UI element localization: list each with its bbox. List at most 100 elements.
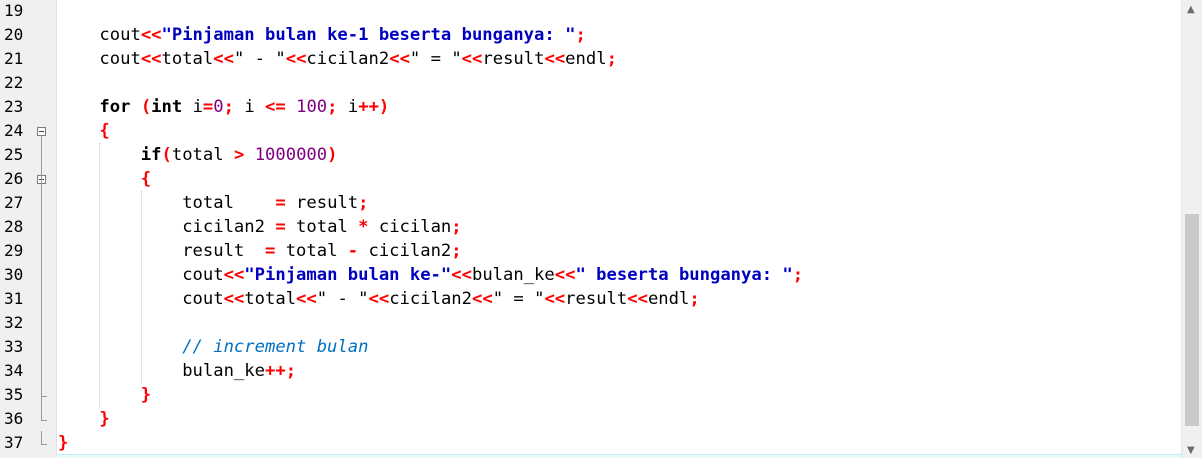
line-number: 36 xyxy=(4,409,24,428)
code-line[interactable]: { xyxy=(58,119,109,143)
line-number-gutter: 19 20 21 22 23 24 25 26 27 28 29 30 31 32 33 34 35 36 37 xyxy=(0,0,57,458)
token-text: " - " xyxy=(233,49,286,69)
code-line[interactable]: } xyxy=(58,431,68,455)
token-text: " - " xyxy=(316,289,369,309)
scroll-down-arrow-icon[interactable]: ▼ xyxy=(1187,445,1195,456)
token-str: " beserta bunganya: " xyxy=(575,265,793,285)
code-line[interactable]: cout<<total<<" - "<<cicilan2<<" = "<<res… xyxy=(58,47,617,71)
code-line[interactable]: cout<<"Pinjaman bulan ke-1 beserta bunga… xyxy=(58,23,586,47)
token-kw: cout xyxy=(182,289,224,309)
token-op: ; xyxy=(358,193,369,213)
token-kw: cout xyxy=(99,25,141,45)
line-number: 27 xyxy=(4,193,24,212)
code-line[interactable]: cout<<total<<" - "<<cicilan2<<" = "<<res… xyxy=(58,287,700,311)
token-op: << xyxy=(451,265,472,285)
token-text: i xyxy=(182,97,203,117)
token-op: << xyxy=(544,49,566,69)
line-number: 20 xyxy=(4,25,24,44)
fold-end-icon xyxy=(41,444,47,445)
current-line-highlight xyxy=(58,454,1182,458)
fold-range-line xyxy=(41,431,42,444)
code-line[interactable]: } xyxy=(58,383,151,407)
token-op: << xyxy=(368,289,390,309)
token-op: > xyxy=(233,145,245,165)
token-op: << xyxy=(627,289,648,309)
token-id: result xyxy=(182,241,245,261)
token-op: << xyxy=(296,289,317,309)
scroll-thumb[interactable] xyxy=(1185,214,1199,426)
code-line[interactable]: for (int i=0; i <= 100; i++) xyxy=(58,95,389,119)
token-id: endl xyxy=(647,289,690,309)
code-area[interactable]: cout << "Pinjaman bulan ke-1 beserta bunga… xyxy=(58,0,1182,458)
code-line[interactable]: total = result; xyxy=(58,191,369,215)
token-op: ++ xyxy=(264,361,286,381)
token-op: ; xyxy=(792,265,804,285)
line-number: 37 xyxy=(4,433,24,452)
code-line[interactable]: bulan_ke++; xyxy=(58,359,296,383)
token-op: << xyxy=(461,49,483,69)
token-id: cicilan2 xyxy=(389,289,472,309)
token-op: << xyxy=(285,49,307,69)
code-line[interactable]: cicilan2 = total * cicilan; xyxy=(58,215,462,239)
line-number: 30 xyxy=(4,265,24,284)
token-kw: cout xyxy=(182,265,224,285)
token-op: } xyxy=(58,433,69,453)
token-op: ++ xyxy=(358,97,379,117)
code-line[interactable]: } xyxy=(58,407,109,431)
token-op: = xyxy=(264,241,276,261)
token-text: i xyxy=(234,97,266,117)
token-op: ; xyxy=(575,25,586,45)
token-id: total xyxy=(244,289,297,309)
token-op: ; xyxy=(285,361,297,381)
token-text: total xyxy=(275,241,348,261)
token-op: <= xyxy=(265,97,286,117)
fold-range-line xyxy=(41,136,42,420)
token-kw: cout xyxy=(99,49,141,69)
token-text: " = " xyxy=(409,49,462,69)
token-op: } xyxy=(140,385,152,405)
line-number: 22 xyxy=(4,73,24,92)
code-editor[interactable]: 19 20 21 22 23 24 25 26 27 28 29 30 31 32 33 34 35 36 37 c… xyxy=(0,0,1202,458)
fold-minus-icon[interactable] xyxy=(37,127,46,136)
token-op: ; xyxy=(327,97,338,117)
line-number: 26 xyxy=(4,169,24,188)
token-op: ) xyxy=(378,97,390,117)
token-op: = xyxy=(202,97,214,117)
vertical-scrollbar[interactable]: ▲ ▼ xyxy=(1181,0,1202,458)
token-op: ; xyxy=(451,217,462,237)
code-line[interactable]: // increment bulan xyxy=(58,335,368,359)
token-op: ( xyxy=(161,145,172,165)
token-str: "Pinjaman bulan ke-1 beserta bunganya: " xyxy=(161,25,576,45)
token-op: << xyxy=(472,289,493,309)
token-str: "Pinjaman bulan ke-" xyxy=(244,265,452,285)
token-id: bulan_ke xyxy=(182,361,265,381)
token-op: = xyxy=(275,217,286,237)
code-line[interactable]: result = total - cicilan2; xyxy=(58,239,461,263)
scroll-up-arrow-icon[interactable]: ▲ xyxy=(1187,4,1195,15)
token-op: ) xyxy=(327,145,338,165)
code-line[interactable]: cout<<"Pinjaman bulan ke-"<<bulan_ke<<" … xyxy=(58,263,803,287)
line-number: 33 xyxy=(4,337,24,356)
token-id: cicilan2 xyxy=(182,217,265,237)
code-line[interactable]: { xyxy=(58,167,151,191)
token-id: endl xyxy=(565,49,607,69)
line-number: 19 xyxy=(4,1,24,20)
indent-guide xyxy=(99,143,101,407)
token-op: << xyxy=(213,49,234,69)
token-op: ; xyxy=(223,97,234,117)
